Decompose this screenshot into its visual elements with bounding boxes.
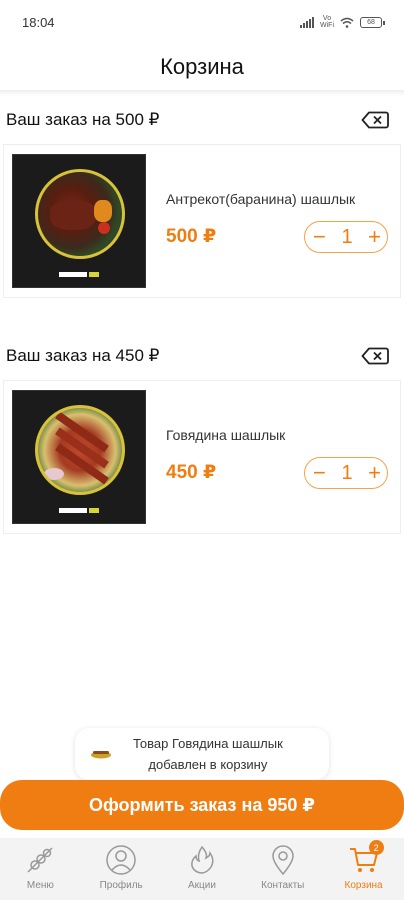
quantity-stepper: − 1 + (304, 457, 388, 489)
header-divider (0, 90, 404, 96)
order-title: Ваш заказ на 450 ₽ (6, 346, 160, 365)
skewer-icon (27, 847, 53, 873)
quantity-value: 1 (341, 225, 353, 248)
fire-icon (191, 845, 214, 874)
product-image (12, 390, 146, 524)
bottom-tab-bar: Меню Профиль Акции Контакты 2 Корзина (0, 838, 404, 900)
status-time: 18:04 (22, 14, 55, 30)
page-title: Корзина (160, 54, 244, 79)
product-image (12, 154, 146, 288)
product-info: Говядина шашлык 450 ₽ − 1 + (166, 381, 400, 533)
tab-label: Акции (188, 880, 216, 891)
tab-profile[interactable]: Профиль (85, 842, 157, 891)
close-backspace-icon (361, 347, 389, 365)
toast-notification: Товар Говядина шашлык добавлен в корзину (75, 728, 329, 780)
cart-item-card: Говядина шашлык 450 ₽ − 1 + (3, 380, 401, 534)
product-info: Антрекот(баранина) шашлык 500 ₽ − 1 + (166, 145, 400, 297)
tab-cart[interactable]: 2 Корзина (328, 840, 400, 891)
clear-order-button[interactable] (360, 110, 390, 130)
tab-label: Корзина (344, 880, 383, 891)
order-title-row: Ваш заказ на 500 ₽ (0, 102, 404, 138)
tab-menu[interactable]: Меню (4, 842, 76, 891)
checkout-button[interactable]: Оформить заказ на 950 ₽ (0, 780, 404, 830)
product-price: 500 ₽ (166, 226, 217, 247)
wifi-icon (340, 17, 354, 28)
decrease-quantity-button[interactable]: − (313, 462, 326, 484)
order-block: Ваш заказ на 500 ₽ Антрекот(баранина) ша… (0, 102, 404, 298)
product-price: 450 ₽ (166, 462, 217, 483)
battery-level: 68 (367, 18, 375, 26)
decrease-quantity-button[interactable]: − (313, 226, 326, 248)
location-pin-icon (272, 845, 294, 876)
cart-item-card: Антрекот(баранина) шашлык 500 ₽ − 1 + (3, 144, 401, 298)
tab-contacts[interactable]: Контакты (247, 842, 319, 891)
order-title: Ваш заказ на 500 ₽ (6, 110, 160, 129)
order-title-row: Ваш заказ на 450 ₽ (0, 338, 404, 374)
cart-badge: 2 (368, 840, 384, 855)
quantity-value: 1 (341, 461, 353, 484)
increase-quantity-button[interactable]: + (368, 226, 381, 248)
toast-line-1: Товар Говядина шашлык (133, 736, 283, 751)
user-icon (106, 845, 136, 875)
product-name: Говядина шашлык (166, 427, 286, 443)
tab-promotions[interactable]: Акции (166, 842, 238, 891)
quantity-stepper: − 1 + (304, 221, 388, 253)
status-bar: 18:04 Vo WiFi 68 (0, 0, 404, 44)
tab-label: Профиль (99, 880, 143, 891)
product-name: Антрекот(баранина) шашлык (166, 191, 356, 207)
order-block: Ваш заказ на 450 ₽ Говядина шашлык 450 ₽… (0, 338, 404, 534)
volte-icon: Vo WiFi (320, 15, 334, 29)
toast-message: Товар Говядина шашлык добавлен в корзину (133, 733, 283, 775)
battery-icon: 68 (360, 16, 385, 28)
status-icons: Vo WiFi 68 (300, 15, 385, 29)
tab-label: Контакты (261, 880, 305, 891)
close-backspace-icon (361, 111, 389, 129)
clear-order-button[interactable] (360, 346, 390, 366)
tab-label: Меню (26, 880, 54, 891)
increase-quantity-button[interactable]: + (368, 462, 381, 484)
signal-icon (300, 16, 314, 28)
product-thumb-icon (91, 751, 111, 759)
toast-line-2: добавлен в корзину (148, 757, 268, 772)
